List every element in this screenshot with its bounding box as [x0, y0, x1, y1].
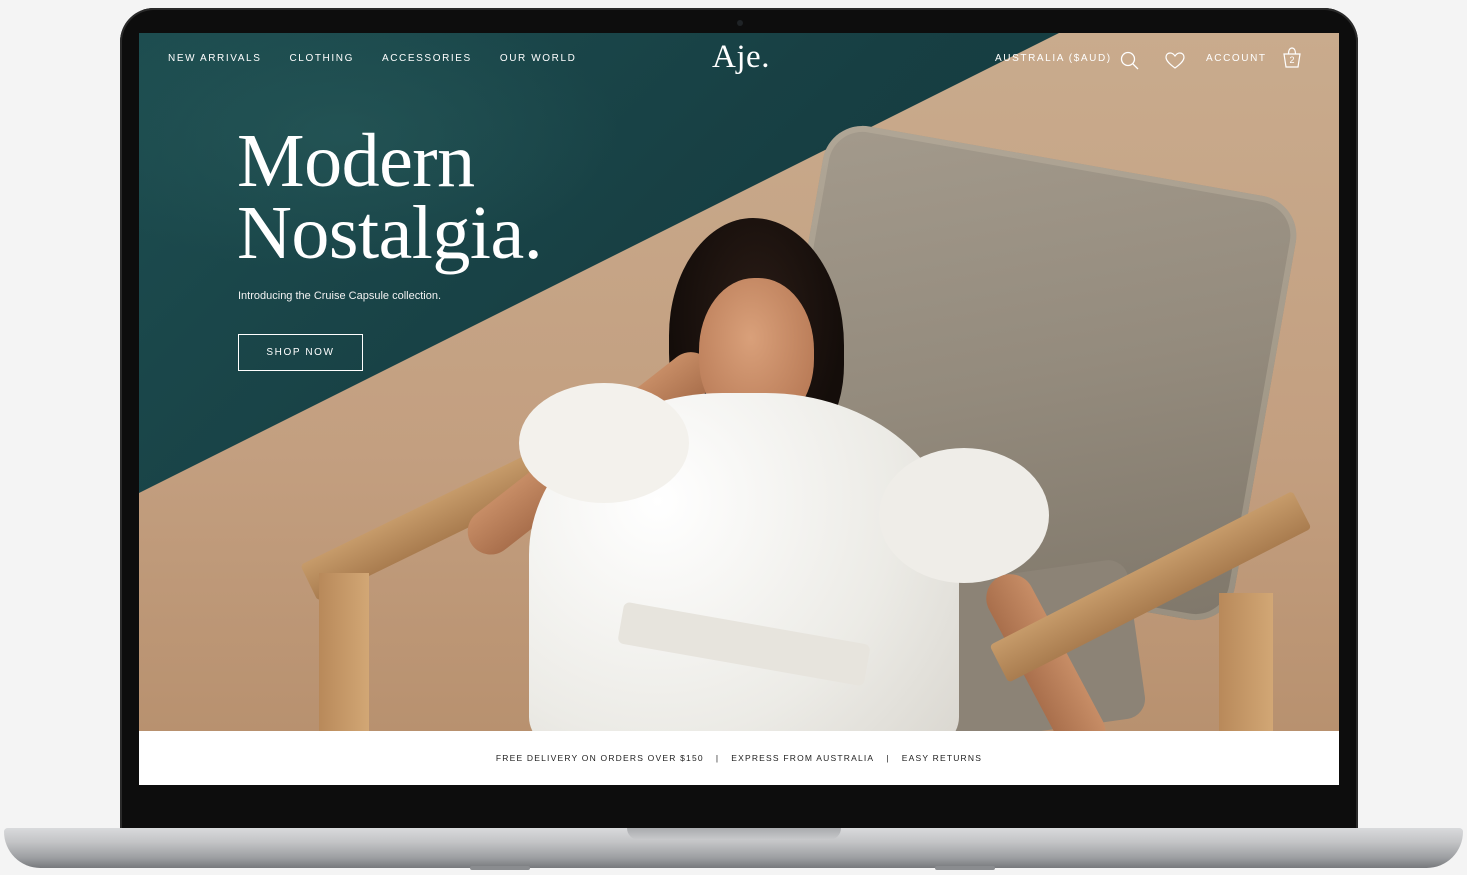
laptop-foot [470, 866, 530, 870]
benefits-bar: FREE DELIVERY ON ORDERS OVER $150 | EXPR… [139, 731, 1339, 785]
benefit-free-delivery: FREE DELIVERY ON ORDERS OVER $150 [495, 753, 704, 763]
region-selector[interactable]: AUSTRALIA ($AUD) [995, 53, 1112, 64]
hero-image: NEW ARRIVALS CLOTHING ACCESSORIES OUR WO… [139, 33, 1339, 731]
site-header: NEW ARRIVALS CLOTHING ACCESSORIES OUR WO… [139, 33, 1339, 85]
hero-headline: Modern Nostalgia. [237, 123, 543, 271]
primary-nav: NEW ARRIVALS CLOTHING ACCESSORIES OUR WO… [168, 53, 604, 64]
benefit-divider: | [886, 753, 890, 763]
browser-viewport: NEW ARRIVALS CLOTHING ACCESSORIES OUR WO… [139, 33, 1339, 785]
dress-sleeve-right [879, 448, 1049, 583]
laptop-foot [935, 866, 995, 870]
laptop-base-notch [627, 828, 841, 840]
nav-accessories[interactable]: ACCESSORIES [382, 53, 472, 64]
chair-leg-left [319, 573, 369, 731]
benefit-easy-returns: EASY RETURNS [901, 753, 983, 763]
shop-now-button[interactable]: SHOP NOW [238, 334, 363, 371]
hero-headline-line2: Nostalgia. [237, 191, 543, 275]
dress-sleeve-left [519, 383, 689, 503]
benefit-divider: | [715, 753, 720, 763]
heart-icon[interactable] [1164, 50, 1186, 72]
webcam [737, 20, 743, 26]
nav-our-world[interactable]: OUR WORLD [500, 53, 577, 64]
benefit-express: EXPRESS FROM AUSTRALIA [731, 753, 875, 763]
cart-count-badge: 2 [1289, 55, 1295, 65]
search-icon[interactable] [1119, 50, 1141, 72]
chair-leg-right [1219, 593, 1273, 731]
nav-clothing[interactable]: CLOTHING [289, 53, 353, 64]
account-link[interactable]: ACCOUNT [1206, 53, 1267, 64]
brand-logo[interactable]: Aje. [711, 39, 771, 76]
nav-new-arrivals[interactable]: NEW ARRIVALS [168, 53, 261, 64]
hero-subline: Introducing the Cruise Capsule collectio… [238, 290, 442, 302]
